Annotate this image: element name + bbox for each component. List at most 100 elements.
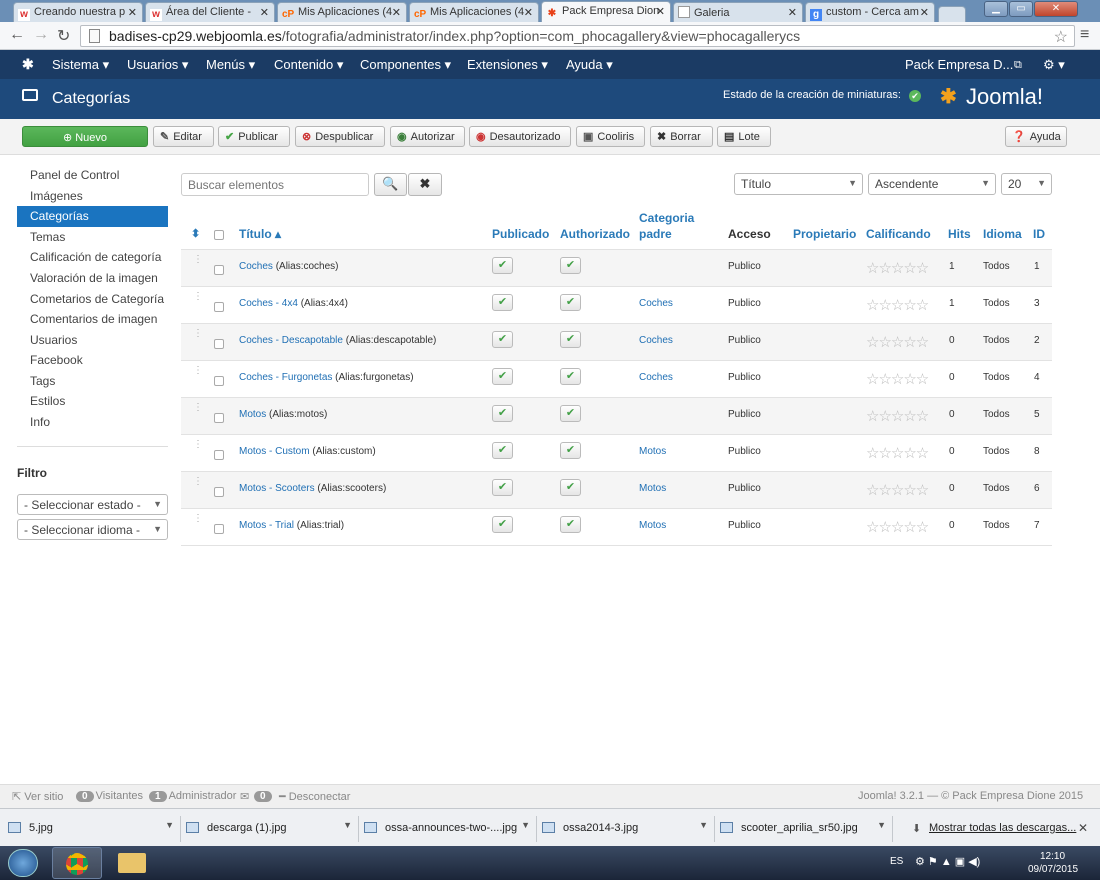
col-id[interactable]: ID — [1033, 227, 1045, 242]
sidebar-item-category-comments[interactable]: Cometarios de Categoría — [17, 289, 168, 310]
close-icon[interactable]: ✕ — [260, 6, 269, 19]
col-title[interactable]: Título ▴ — [239, 227, 281, 242]
url-input[interactable]: badises-cp29.webjoomla.es/fotografia/adm… — [80, 25, 1075, 47]
sidebar-item-image-rating[interactable]: Valoración de la imagen — [17, 268, 168, 289]
ordering-sort-icon[interactable]: ⬍ — [191, 227, 200, 242]
published-toggle[interactable]: ✔ — [492, 442, 513, 459]
external-link-icon[interactable]: ⧉ — [1014, 59, 1022, 72]
parent-category-link[interactable]: Motos — [639, 483, 666, 494]
delete-button[interactable]: ✖ Borrar — [650, 126, 713, 147]
unpublish-button[interactable]: ⊗ Despublicar — [295, 126, 385, 147]
category-title-link[interactable]: Motos — [239, 409, 266, 420]
explorer-taskbar-button[interactable] — [109, 847, 157, 879]
sidebar-item-users[interactable]: Usuarios — [17, 330, 168, 351]
parent-category-link[interactable]: Coches — [639, 335, 673, 346]
search-button[interactable]: 🔍 — [374, 173, 407, 196]
sidebar-item-image-comments[interactable]: Comentarios de imagen — [17, 309, 168, 330]
col-parent-line2[interactable]: padre — [639, 227, 672, 242]
col-hits[interactable]: Hits — [948, 227, 971, 242]
published-toggle[interactable]: ✔ — [492, 479, 513, 496]
authorize-button[interactable]: ◉ Autorizar — [390, 126, 465, 147]
download-item-1[interactable]: 5.jpg ▼ — [8, 816, 181, 842]
row-checkbox[interactable] — [214, 487, 224, 497]
limit-select[interactable]: 20 ▼ — [1001, 173, 1052, 195]
help-button[interactable]: ❓ Ayuda — [1005, 126, 1067, 147]
chevron-down-icon[interactable]: ▼ — [699, 820, 708, 830]
drag-handle-icon[interactable]: ⋮ — [193, 477, 203, 487]
category-title-link[interactable]: Motos - Trial — [239, 520, 294, 531]
drag-handle-icon[interactable]: ⋮ — [193, 514, 203, 524]
chevron-down-icon[interactable]: ▼ — [165, 820, 174, 830]
row-checkbox[interactable] — [214, 376, 224, 386]
drag-handle-icon[interactable]: ⋮ — [193, 292, 203, 302]
forward-icon[interactable]: → — [33, 26, 49, 44]
category-title-link[interactable]: Coches - Descapotable — [239, 335, 343, 346]
back-icon[interactable]: ← — [9, 26, 25, 44]
tray-icons[interactable]: ⚙ ⚑ ▲ ▣ ◀) — [915, 855, 980, 868]
published-toggle[interactable]: ✔ — [492, 257, 513, 274]
drag-handle-icon[interactable]: ⋮ — [193, 366, 203, 376]
published-toggle[interactable]: ✔ — [492, 331, 513, 348]
star-icon[interactable]: ☆ — [1054, 27, 1068, 47]
drag-handle-icon[interactable]: ⋮ — [193, 440, 203, 450]
chevron-down-icon[interactable]: ▼ — [521, 820, 530, 830]
browser-tab-4[interactable]: cP Mis Aplicaciones (4 ✕ — [409, 2, 539, 22]
parent-category-link[interactable]: Coches — [639, 372, 673, 383]
sidebar-item-images[interactable]: Imágenes — [17, 186, 168, 207]
select-all-checkbox[interactable] — [214, 230, 224, 240]
published-toggle[interactable]: ✔ — [492, 516, 513, 533]
nav-menus[interactable]: Menús ▾ — [206, 57, 255, 73]
row-checkbox[interactable] — [214, 339, 224, 349]
col-authorized[interactable]: Authorizado — [560, 227, 630, 242]
category-title-link[interactable]: Coches — [239, 261, 273, 272]
chevron-down-icon[interactable]: ▼ — [877, 820, 886, 830]
category-title-link[interactable]: Motos - Scooters — [239, 483, 315, 494]
close-icon[interactable]: ✕ — [524, 6, 533, 19]
minimize-icon[interactable]: ▁ — [984, 1, 1008, 17]
state-select[interactable]: - Seleccionar estado - ▼ — [17, 494, 168, 515]
close-icon[interactable]: ✕ — [392, 6, 401, 19]
gear-icon[interactable]: ⚙ ▾ — [1043, 57, 1065, 73]
col-parent-line1[interactable]: Categoria — [639, 211, 694, 226]
joomla-icon[interactable]: ✱ — [22, 56, 34, 73]
nav-extensiones[interactable]: Extensiones ▾ — [467, 57, 548, 73]
col-language[interactable]: Idioma — [983, 227, 1022, 242]
sidebar-item-tags[interactable]: Tags — [17, 371, 168, 392]
chevron-down-icon[interactable]: ▼ — [343, 820, 352, 830]
drag-handle-icon[interactable]: ⋮ — [193, 403, 203, 413]
browser-tab-1[interactable]: w Creando nuestra p ✕ — [13, 2, 143, 22]
download-item-4[interactable]: ossa2014-3.jpg ▼ — [542, 816, 715, 842]
publish-button[interactable]: ✔ Publicar — [218, 126, 290, 147]
menu-icon[interactable]: ≡ — [1080, 26, 1089, 44]
nav-sistema[interactable]: Sistema ▾ — [52, 57, 109, 73]
batch-button[interactable]: ▤ Lote — [717, 126, 771, 147]
row-checkbox[interactable] — [214, 265, 224, 275]
nav-ayuda[interactable]: Ayuda ▾ — [566, 57, 613, 73]
close-icon[interactable]: ✕ — [656, 5, 665, 18]
browser-tab-5-active[interactable]: ✱ Pack Empresa Dion ✕ — [541, 1, 671, 22]
windows-start-icon[interactable] — [8, 849, 38, 877]
clock-time[interactable]: 12:10 — [1040, 851, 1065, 862]
site-name-link[interactable]: Pack Empresa D... — [905, 57, 1013, 72]
row-checkbox[interactable] — [214, 450, 224, 460]
authorized-toggle[interactable]: ✔ — [560, 294, 581, 311]
sidebar-item-category-rating[interactable]: Calificación de categoría — [17, 247, 168, 268]
nav-componentes[interactable]: Componentes ▾ — [360, 57, 451, 73]
download-item-2[interactable]: descarga (1).jpg ▼ — [186, 816, 359, 842]
new-tab-button[interactable] — [938, 6, 966, 22]
close-icon[interactable]: ✕ — [788, 6, 797, 19]
browser-tab-3[interactable]: cP Mis Aplicaciones (4 ✕ — [277, 2, 407, 22]
nav-contenido[interactable]: Contenido ▾ — [274, 57, 343, 73]
authorized-toggle[interactable]: ✔ — [560, 331, 581, 348]
browser-tab-2[interactable]: w Área del Cliente - ✕ — [145, 2, 275, 22]
sidebar-item-categories[interactable]: Categorías — [17, 206, 168, 227]
col-owner[interactable]: Propietario — [793, 227, 856, 242]
sort-field-select[interactable]: Título ▼ — [734, 173, 863, 195]
authorized-toggle[interactable]: ✔ — [560, 516, 581, 533]
browser-tab-7[interactable]: g custom - Cerca am ✕ — [805, 2, 935, 22]
nav-usuarios[interactable]: Usuarios ▾ — [127, 57, 188, 73]
authorized-toggle[interactable]: ✔ — [560, 368, 581, 385]
clock-date[interactable]: 09/07/2015 — [1028, 864, 1078, 875]
authorized-toggle[interactable]: ✔ — [560, 479, 581, 496]
drag-handle-icon[interactable]: ⋮ — [193, 329, 203, 339]
